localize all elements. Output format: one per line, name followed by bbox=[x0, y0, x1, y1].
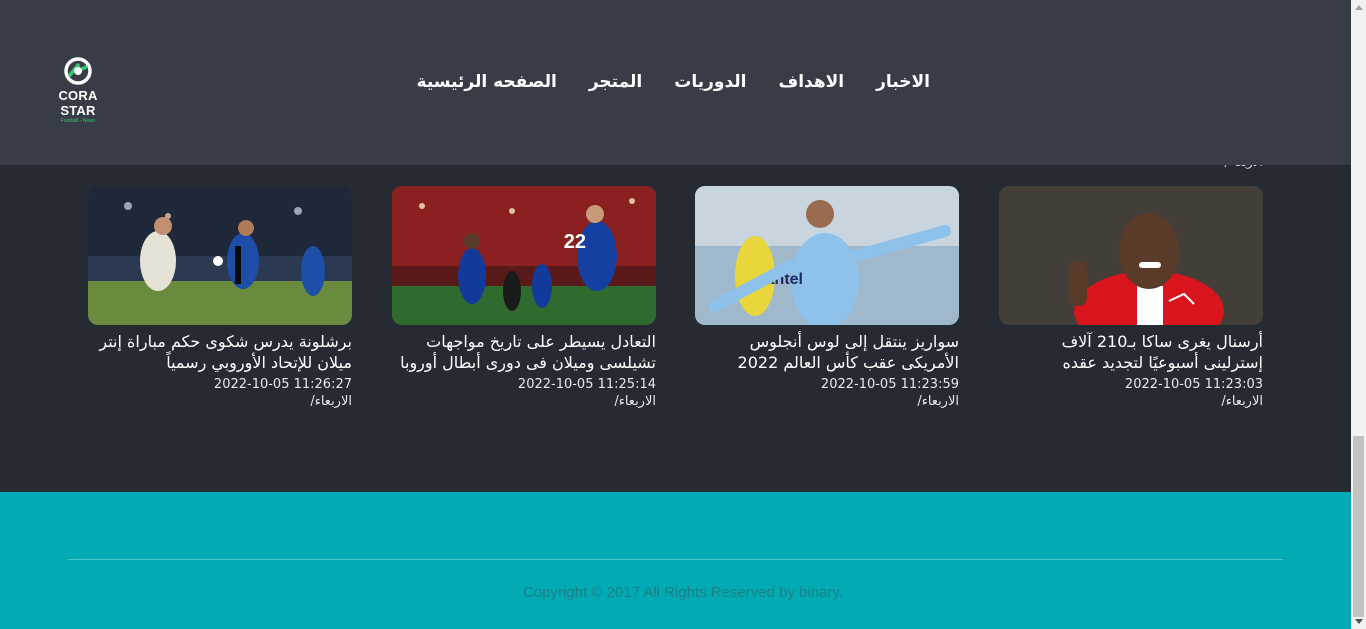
main-nav: الاخبار الاهداف الدوريات المتجر الصفحه ا… bbox=[401, 70, 946, 94]
copyright-text: Copyright © 2017 All Rights Reserved by … bbox=[522, 584, 844, 601]
news-title[interactable]: أرسنال يغرى ساكا بـ210 آلاف إسترلينى أسب… bbox=[999, 331, 1263, 373]
news-image-chelsea-milan[interactable]: 22 bbox=[392, 186, 656, 325]
news-day: الاربعاء/ bbox=[310, 394, 352, 409]
nav-leagues[interactable]: الدوريات bbox=[658, 70, 762, 94]
scroll-up-arrow-icon[interactable] bbox=[1355, 5, 1363, 10]
logo-tagline: Football - News bbox=[60, 118, 96, 124]
svg-text:22: 22 bbox=[564, 231, 586, 253]
logo[interactable]: CORA STAR Football - News bbox=[43, 55, 113, 124]
news-cards: برشلونة يدرس شكوى حكم مباراة إنتر ميلان … bbox=[88, 186, 1263, 446]
nav-home[interactable]: الصفحه الرئيسية bbox=[401, 70, 573, 94]
footer-divider bbox=[68, 559, 1283, 560]
nav-news[interactable]: الاخبار bbox=[860, 70, 946, 94]
site-header: CORA STAR Football - News الاخبار الاهدا… bbox=[0, 0, 1351, 165]
scrollbar-thumb[interactable] bbox=[1353, 436, 1364, 617]
nav-goals[interactable]: الاهداف bbox=[762, 70, 860, 94]
news-day: الاربعاء/ bbox=[917, 394, 959, 409]
site-footer: Copyright © 2017 All Rights Reserved by … bbox=[0, 492, 1351, 629]
news-card-arsenal[interactable]: أرسنال يغرى ساكا بـ210 آلاف إسترلينى أسب… bbox=[999, 186, 1263, 409]
scroll-down-arrow-icon[interactable] bbox=[1355, 619, 1363, 624]
news-day: الاربعاء/ bbox=[614, 394, 656, 409]
news-timestamp: 2022-10-05 11:23:03 bbox=[1124, 377, 1263, 392]
news-title[interactable]: برشلونة يدرس شكوى حكم مباراة إنتر ميلان … bbox=[88, 331, 352, 373]
page-scrollbar[interactable] bbox=[1351, 0, 1366, 629]
news-card-chelsea[interactable]: 22 التعادل يسيطر على تاريخ مواجهات تشيلس… bbox=[392, 186, 656, 409]
news-timestamp: 2022-10-05 11:26:27 bbox=[213, 377, 352, 392]
news-title[interactable]: سواريز ينتقل إلى لوس أنجلوس الأمريكى عقب… bbox=[695, 331, 959, 373]
logo-title: CORA STAR bbox=[58, 88, 98, 118]
news-timestamp: 2022-10-05 11:23:59 bbox=[820, 377, 959, 392]
news-title[interactable]: التعادل يسيطر على تاريخ مواجهات تشيلسى و… bbox=[392, 331, 656, 373]
news-image-suarez[interactable]: antel bbox=[695, 186, 959, 325]
news-card-barcelona[interactable]: برشلونة يدرس شكوى حكم مباراة إنتر ميلان … bbox=[88, 186, 352, 409]
news-day: الاربعاء/ bbox=[1221, 394, 1263, 409]
logo-icon bbox=[64, 57, 92, 85]
nav-store[interactable]: المتجر bbox=[573, 70, 658, 94]
news-card-suarez[interactable]: antel سواريز ينتقل إلى لوس أنجلوس الأمري… bbox=[695, 186, 959, 409]
news-image-barcelona-inter[interactable] bbox=[88, 186, 352, 325]
news-timestamp: 2022-10-05 11:25:14 bbox=[517, 377, 656, 392]
news-image-saka[interactable] bbox=[999, 186, 1263, 325]
page: الاربعاء/ CORA STAR Football - News الاخ… bbox=[0, 0, 1351, 629]
